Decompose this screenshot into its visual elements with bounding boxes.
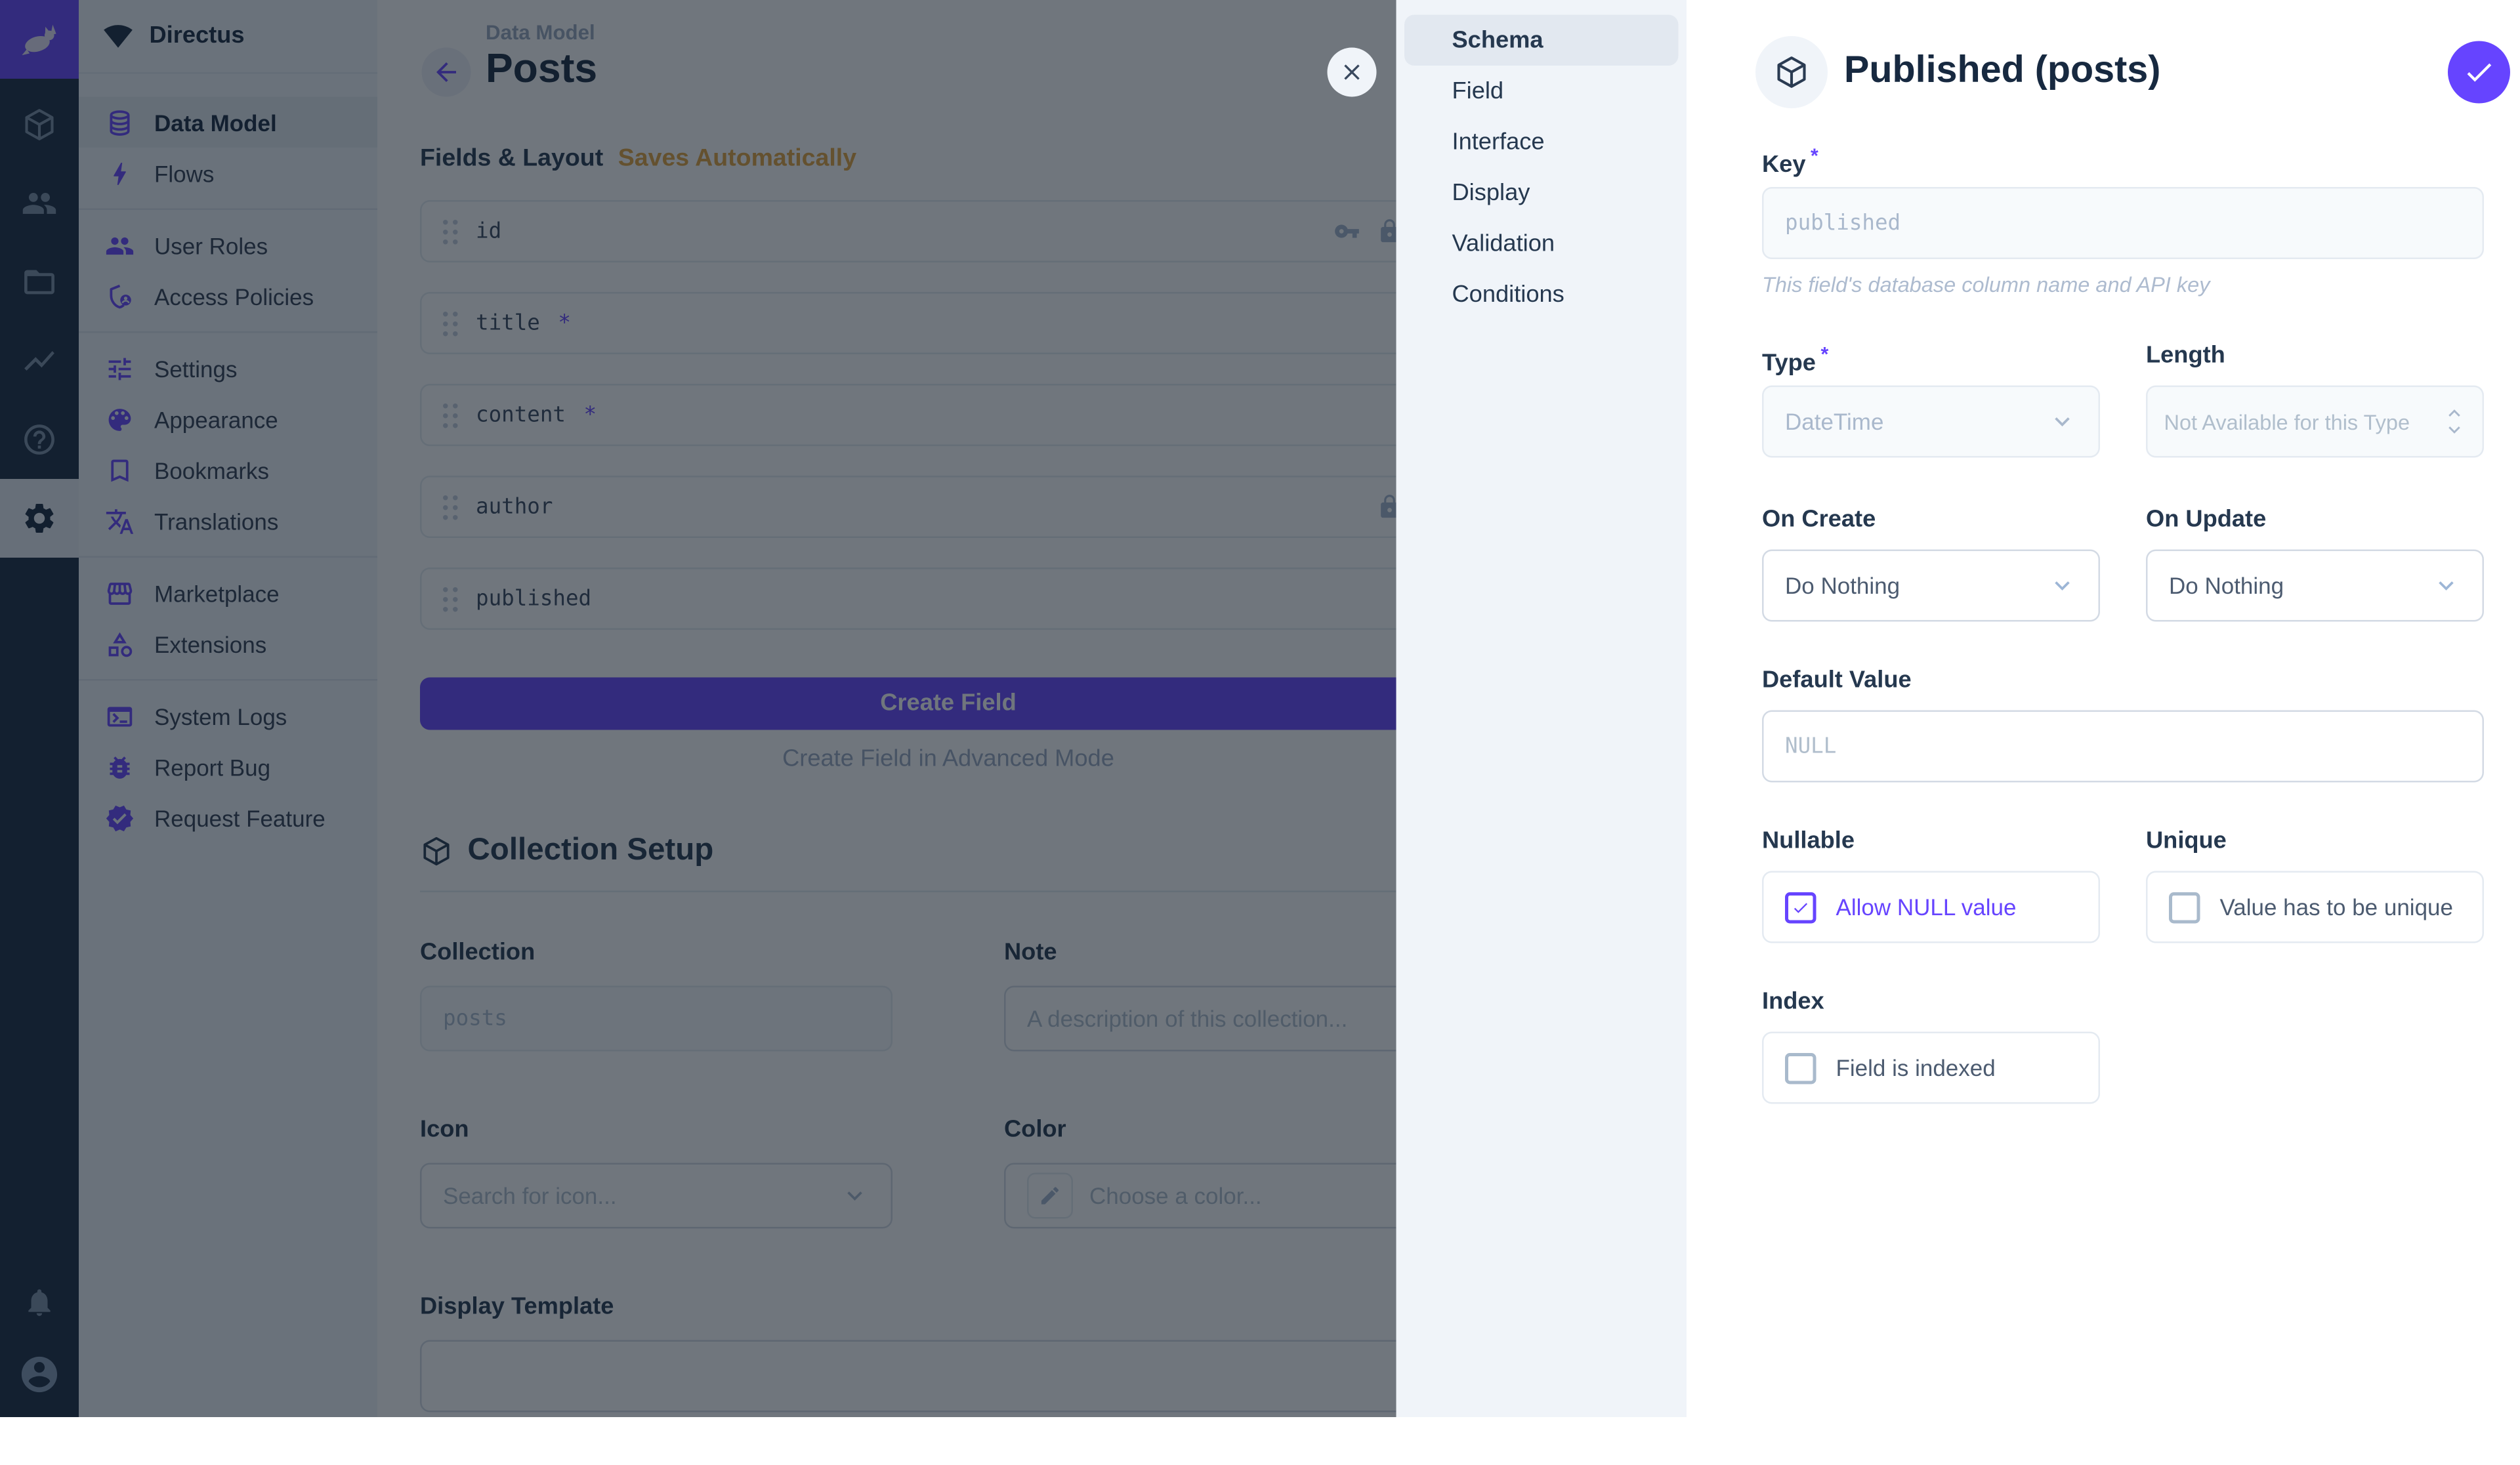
nullable-unique-row: Nullable Allow NULL value Unique Value h… xyxy=(1762,829,2484,943)
schema-form: Key* This field's database column name a… xyxy=(1762,144,2484,1104)
check-icon xyxy=(2463,56,2496,89)
check-icon xyxy=(1792,1059,1810,1077)
drawer-title: Published (posts) xyxy=(1844,48,2160,93)
drawer-close-button[interactable] xyxy=(1328,48,1377,97)
directus-app: Directus Data Model Flows User Roles Acc… xyxy=(0,0,2520,1417)
default-value-section: Default Value xyxy=(1762,668,2484,783)
type-label: Type* xyxy=(1762,343,2100,369)
unique-checkbox[interactable]: Value has to be unique xyxy=(2146,871,2484,943)
check-icon xyxy=(1792,898,1810,917)
on-update-label: On Update xyxy=(2146,507,2484,533)
drawer-tab-display[interactable]: Display xyxy=(1404,167,1679,218)
check-icon xyxy=(2175,898,2194,917)
default-value-input-wrap xyxy=(1762,711,2484,783)
default-value-label: Default Value xyxy=(1762,668,2484,694)
drawer-tab-conditions[interactable]: Conditions xyxy=(1404,269,1679,320)
box-icon xyxy=(1774,54,1810,91)
chevron-down-icon xyxy=(2443,419,2466,442)
on-create-value: Do Nothing xyxy=(1785,573,1900,599)
on-update-select[interactable]: Do Nothing xyxy=(2146,550,2484,622)
chevron-down-icon xyxy=(2431,571,2461,600)
type-value: DateTime xyxy=(1785,409,1883,435)
drawer-nav: Schema Field Interface Display Validatio… xyxy=(1396,0,1687,1417)
on-update-value: Do Nothing xyxy=(2169,573,2284,599)
checkbox-icon[interactable] xyxy=(1785,892,1816,923)
length-input-wrap xyxy=(2146,386,2484,458)
oncreate-onupdate-row: On Create Do Nothing On Update Do Nothin… xyxy=(1762,507,2484,622)
type-select: DateTime xyxy=(1762,386,2100,458)
index-label: Index xyxy=(1762,989,2100,1016)
drawer-tab-field[interactable]: Field xyxy=(1404,66,1679,117)
key-helper-text: This field's database column name and AP… xyxy=(1762,272,2484,297)
save-button[interactable] xyxy=(2448,41,2510,104)
drawer-body: Published (posts) Key* This field's data… xyxy=(1687,0,2520,1417)
length-input xyxy=(2164,409,2443,434)
index-checkbox[interactable]: Field is indexed xyxy=(1762,1032,2100,1104)
checkbox-icon[interactable] xyxy=(1785,1052,1816,1084)
nullable-checkbox[interactable]: Allow NULL value xyxy=(1762,871,2100,943)
chevron-down-icon xyxy=(2048,407,2077,436)
drawer-tab-validation[interactable]: Validation xyxy=(1404,218,1679,270)
key-label: Key* xyxy=(1762,144,2484,171)
on-create-label: On Create xyxy=(1762,507,2100,533)
drawer-tab-schema[interactable]: Schema xyxy=(1404,15,1679,66)
chevron-down-icon xyxy=(2048,571,2077,600)
type-length-row: Type* DateTime Length xyxy=(1762,343,2484,458)
key-input xyxy=(1785,211,2461,236)
drawer-tab-interface[interactable]: Interface xyxy=(1404,117,1679,168)
field-detail-drawer: Schema Field Interface Display Validatio… xyxy=(1396,0,2520,1417)
length-label: Length xyxy=(2146,343,2484,369)
default-value-input[interactable] xyxy=(1785,734,2461,759)
number-stepper xyxy=(2443,405,2466,438)
key-input-wrap xyxy=(1762,187,2484,259)
unique-label: Unique xyxy=(2146,829,2484,855)
nullable-label: Nullable xyxy=(1762,829,2100,855)
on-create-select[interactable]: Do Nothing xyxy=(1762,550,2100,622)
close-icon xyxy=(1339,59,1365,85)
index-row: Index Field is indexed xyxy=(1762,989,2484,1104)
checkbox-icon[interactable] xyxy=(2169,892,2200,923)
drawer-header-icon-circle xyxy=(1755,36,1828,108)
